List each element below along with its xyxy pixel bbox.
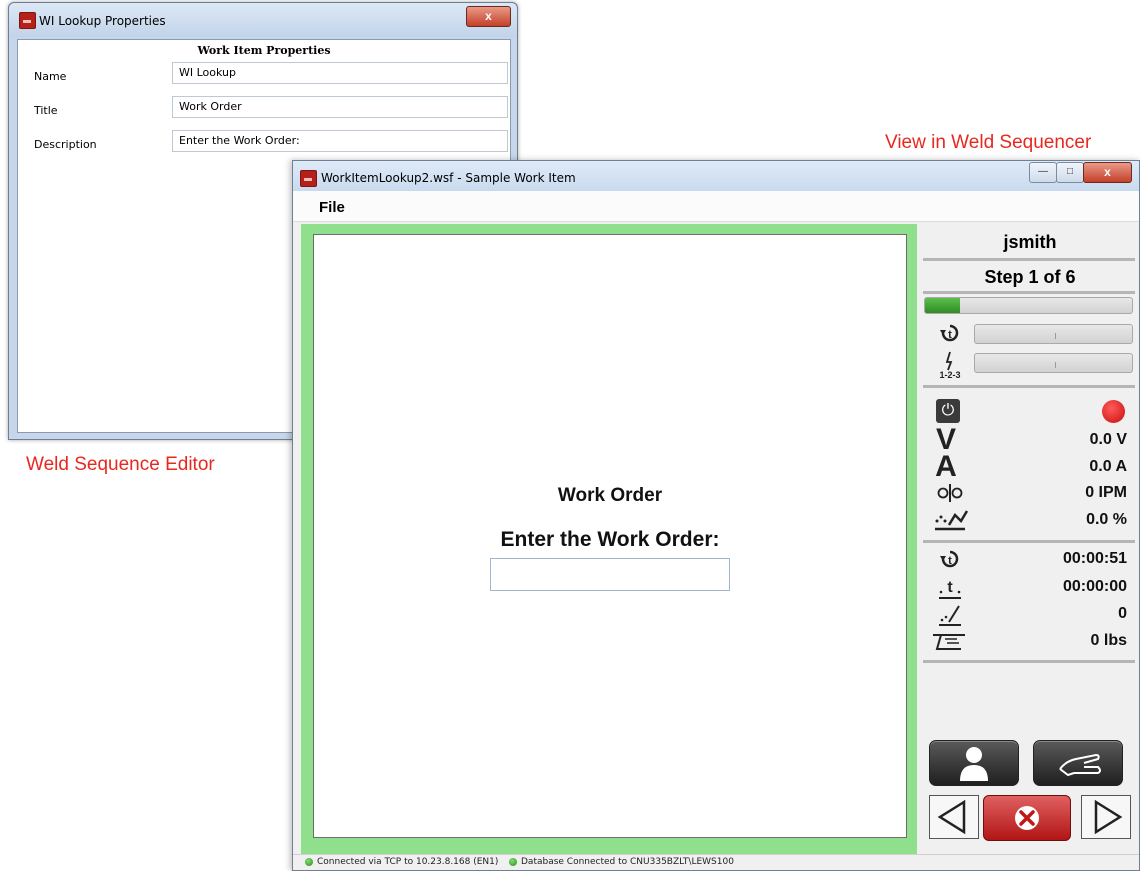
wire-feed-icon [937, 484, 963, 502]
divider [923, 540, 1135, 543]
wire-spool-icon [933, 634, 965, 650]
section-header: Work Item Properties [197, 44, 331, 57]
status-side-panel: jsmith Step 1 of 6 t 1-2-3 ⏻ V 0.0 V A 0… [921, 222, 1139, 856]
weld-time-icon: t [939, 579, 961, 599]
step-indicator: Step 1 of 6 [984, 267, 1076, 287]
divider [923, 385, 1135, 388]
record-indicator-icon [1102, 400, 1125, 423]
timer-icon: t [940, 324, 959, 342]
description-label: Description [34, 138, 97, 151]
timer-bar [974, 324, 1133, 344]
sequencer-titlebar[interactable]: WorkItemLookup2.wsf - Sample Work Item —… [293, 161, 1139, 191]
step-progress-bar [924, 297, 1133, 314]
database-status-text: Database Connected to CNU335BZLT\LEWS100 [521, 857, 734, 867]
work-item-title: Work Order [557, 485, 663, 506]
status-bar: Connected via TCP to 10.23.8.168 (EN1) D… [293, 854, 1139, 870]
next-icon [1094, 799, 1123, 835]
work-order-input[interactable] [490, 558, 730, 591]
svg-text:t: t [947, 579, 953, 596]
user-icon [960, 747, 988, 781]
previous-button[interactable] [929, 795, 979, 839]
sequencer-caption: View in Weld Sequencer [885, 132, 1092, 153]
properties-window-title: WI Lookup Properties [39, 14, 166, 28]
hand-icon [1059, 753, 1101, 777]
operator-name: jsmith [1003, 232, 1057, 252]
svg-text:t: t [948, 329, 952, 341]
amperage-value: 0.0 A [1089, 458, 1127, 475]
svg-text:t: t [948, 555, 952, 567]
name-field[interactable]: WI Lookup [172, 62, 508, 84]
weld-count-icon [939, 605, 961, 626]
arc-time-icon: t [940, 550, 959, 568]
power-icon[interactable]: ⏻ [936, 399, 960, 423]
weld-count-value: 0 [1118, 605, 1127, 622]
connection-status: Connected via TCP to 10.23.8.168 (EN1) [305, 857, 498, 867]
database-status: Database Connected to CNU335BZLT\LEWS100 [509, 857, 734, 867]
hand-button[interactable] [1033, 740, 1123, 786]
title-label: Title [34, 104, 58, 117]
work-item-prompt: Enter the Work Order: [500, 528, 720, 551]
minimize-button[interactable]: — [1029, 162, 1057, 183]
previous-icon [937, 799, 966, 835]
maximize-button[interactable]: □ [1056, 162, 1084, 183]
wire-feed-value: 0 IPM [1085, 484, 1127, 501]
editor-caption: Weld Sequence Editor [26, 454, 215, 475]
properties-titlebar[interactable]: WI Lookup Properties x [9, 3, 517, 37]
menu-file[interactable]: File [319, 199, 345, 216]
sequencer-window: WorkItemLookup2.wsf - Sample Work Item —… [292, 160, 1140, 871]
arc-time-value: 00:00:51 [1062, 550, 1127, 567]
sequencer-window-title: WorkItemLookup2.wsf - Sample Work Item [321, 171, 576, 185]
divider [923, 258, 1135, 261]
app-logo-icon [19, 12, 36, 29]
operator-button[interactable] [929, 740, 1019, 786]
amperage-icon: A [935, 450, 957, 483]
sequence-bar [974, 353, 1133, 373]
cancel-icon [1015, 806, 1039, 830]
trim-value: 0.0 % [1086, 511, 1127, 528]
description-field[interactable]: Enter the Work Order: [172, 130, 508, 152]
trim-icon [935, 510, 969, 531]
name-label: Name [34, 70, 67, 83]
database-led-icon [509, 857, 517, 866]
voltage-value: 0.0 V [1089, 431, 1127, 448]
menu-bar [293, 191, 1139, 222]
cancel-button[interactable] [983, 795, 1071, 841]
close-button[interactable]: x [1083, 162, 1132, 183]
next-button[interactable] [1081, 795, 1131, 839]
step-progress-fill [925, 298, 961, 313]
divider [923, 291, 1135, 294]
sequence-label: 1-2-3 [939, 370, 961, 380]
app-logo-icon [300, 170, 317, 187]
title-field[interactable]: Work Order [172, 96, 508, 118]
divider [923, 660, 1135, 663]
weld-time-value: 00:00:00 [1062, 578, 1127, 595]
connection-led-icon [305, 857, 313, 866]
properties-close-button[interactable]: x [466, 6, 511, 27]
connection-status-text: Connected via TCP to 10.23.8.168 (EN1) [317, 857, 499, 867]
wire-used-value: 0 lbs [1090, 632, 1127, 649]
